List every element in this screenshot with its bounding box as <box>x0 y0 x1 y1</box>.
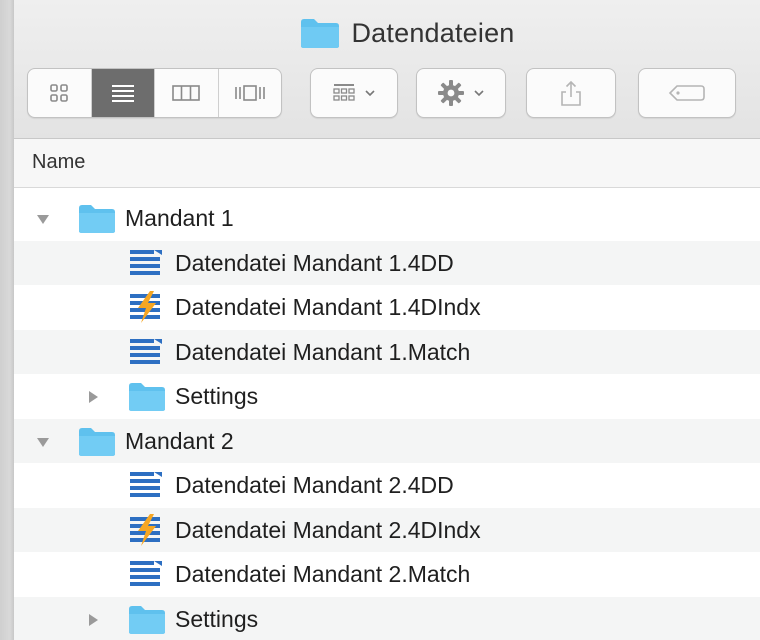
data-file-icon <box>130 338 162 364</box>
icon-view-button[interactable] <box>28 69 92 117</box>
index-file-icon <box>130 291 160 323</box>
title-bar: Datendateien <box>14 0 760 139</box>
list-item-label: Datendatei Mandant 2.Match <box>175 561 471 587</box>
finder-window: Datendateien Name Mandant 1 Datendatei M… <box>14 0 760 640</box>
disclosure-triangle-expanded-icon[interactable] <box>36 435 50 449</box>
tag-button[interactable] <box>638 68 736 118</box>
column-header-name[interactable]: Name <box>32 151 85 174</box>
list-item-folder[interactable]: Mandant 2 <box>14 418 760 463</box>
folder-icon <box>79 205 115 233</box>
group-icon <box>333 84 355 101</box>
window-left-edge <box>0 0 14 640</box>
list-column-header: Name <box>14 139 760 188</box>
file-list: Mandant 1 Datendatei Mandant 1.4DD Daten… <box>14 196 760 640</box>
index-file-icon <box>130 513 160 546</box>
disclosure-triangle-collapsed-icon[interactable] <box>86 613 100 627</box>
share-icon <box>561 80 581 106</box>
list-item-folder[interactable]: Settings <box>14 374 760 419</box>
action-menu-button[interactable] <box>416 68 506 118</box>
list-item-file[interactable]: Datendatei Mandant 2.Match <box>14 552 760 597</box>
list-item-label: Mandant 2 <box>125 427 234 454</box>
gear-icon <box>438 80 464 106</box>
data-file-icon <box>130 472 162 497</box>
tag-icon <box>668 85 705 101</box>
list-item-label: Datendatei Mandant 2.4DD <box>175 472 454 498</box>
view-mode-segmented-control <box>27 68 282 118</box>
folder-icon <box>301 19 340 48</box>
list-item-label: Datendatei Mandant 1.Match <box>175 338 471 365</box>
data-file-icon <box>130 249 162 275</box>
list-item-file[interactable]: Datendatei Mandant 1.4DIndx <box>14 285 760 330</box>
icon-view-icon <box>50 84 69 102</box>
list-item-folder[interactable]: Mandant 1 <box>14 196 760 241</box>
folder-icon <box>129 605 165 634</box>
list-item-file[interactable]: Datendatei Mandant 1.Match <box>14 329 760 374</box>
column-view-button[interactable] <box>155 69 219 117</box>
cover-flow-view-button[interactable] <box>219 69 282 117</box>
list-item-file[interactable]: Datendatei Mandant 2.4DIndx <box>14 507 760 552</box>
folder-icon <box>79 427 115 456</box>
list-item-file[interactable]: Datendatei Mandant 1.4DD <box>14 240 760 285</box>
list-item-file[interactable]: Datendatei Mandant 2.4DD <box>14 463 760 508</box>
window-title: Datendateien <box>14 16 760 50</box>
cover-flow-icon <box>234 85 265 101</box>
group-by-button[interactable] <box>310 68 398 118</box>
list-item-folder[interactable]: Settings <box>14 596 760 640</box>
list-item-label: Mandant 1 <box>125 205 234 231</box>
list-item-label: Datendatei Mandant 1.4DIndx <box>175 294 481 320</box>
disclosure-triangle-expanded-icon[interactable] <box>36 212 50 226</box>
list-view-button[interactable] <box>91 69 155 117</box>
list-item-label: Settings <box>175 383 259 409</box>
disclosure-triangle-collapsed-icon[interactable] <box>86 390 100 404</box>
folder-icon <box>129 383 165 411</box>
window-title-text: Datendateien <box>351 17 515 48</box>
share-button[interactable] <box>526 68 616 118</box>
list-view-icon <box>111 85 134 102</box>
chevron-down-icon <box>365 90 375 97</box>
list-item-label: Settings <box>175 605 259 632</box>
chevron-down-icon <box>474 90 484 97</box>
column-view-icon <box>172 85 201 101</box>
list-item-label: Datendatei Mandant 2.4DIndx <box>175 516 481 543</box>
list-item-label: Datendatei Mandant 1.4DD <box>175 249 454 276</box>
data-file-icon <box>130 561 162 586</box>
toolbar <box>14 68 760 120</box>
